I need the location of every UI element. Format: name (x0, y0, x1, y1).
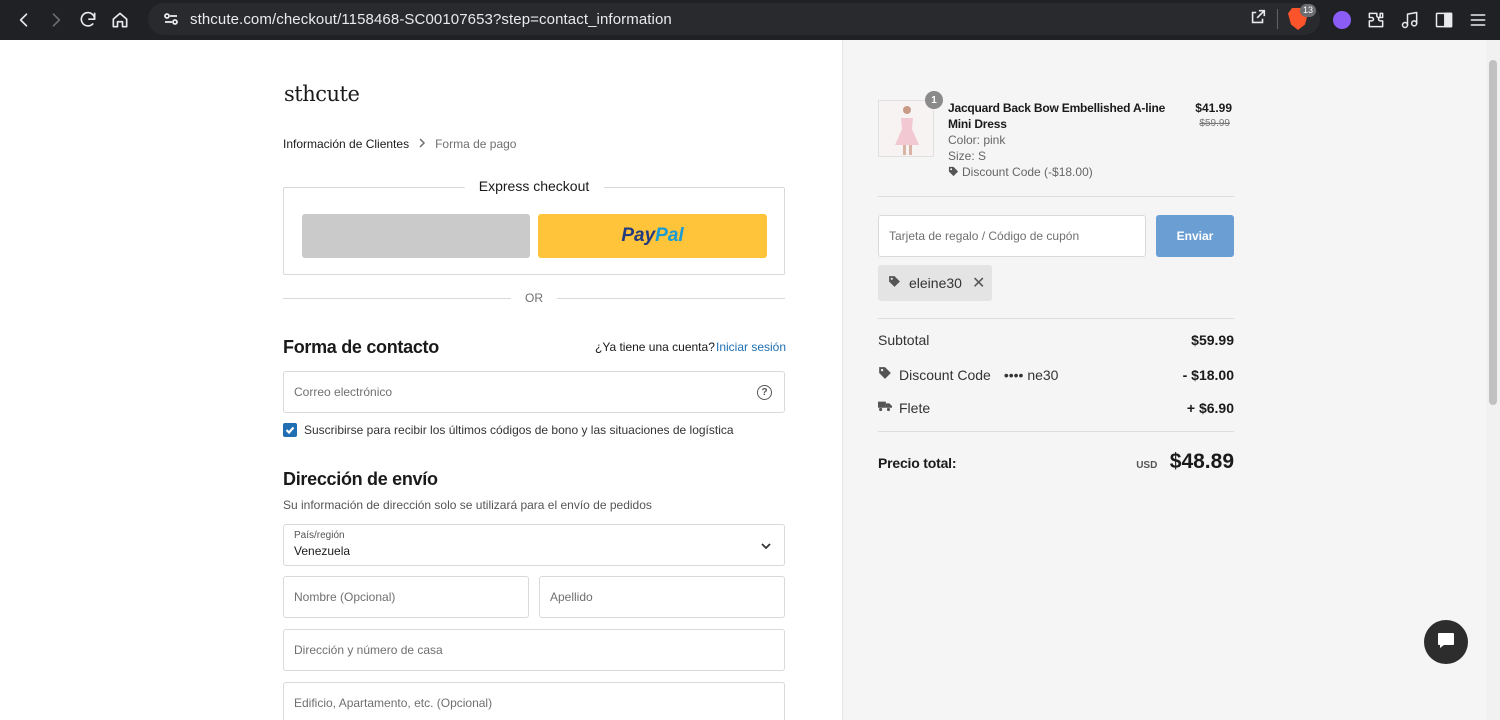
product-discount: Discount Code (-$18.00) (948, 165, 1093, 179)
shipping-note: Su información de dirección solo se util… (283, 498, 652, 512)
media-icon[interactable] (1396, 6, 1424, 34)
browser-toolbar: sthcute.com/checkout/1158468-SC00107653?… (0, 0, 1500, 40)
coupon-input[interactable]: Tarjeta de regalo / Código de cupón (878, 215, 1146, 257)
discount-code-masked: •••• ne30 (1003, 366, 1059, 383)
apply-coupon-button[interactable]: Enviar (1156, 215, 1234, 257)
tag-icon (888, 275, 901, 291)
chat-button[interactable] (1424, 620, 1468, 664)
address2-placeholder: Edificio, Apartamento, etc. (Opcional) (294, 696, 493, 710)
divider (878, 318, 1234, 319)
last-name-field[interactable]: Apellido (539, 576, 785, 618)
brave-shields-icon[interactable]: 13 (1288, 4, 1316, 30)
address-field[interactable]: Dirección y número de casa (283, 629, 785, 671)
subtotal-label: Subtotal (878, 332, 930, 348)
help-icon[interactable]: ? (757, 385, 772, 400)
subscribe-label: Suscribirse para recibir los últimos cód… (304, 423, 734, 437)
site-settings-icon[interactable] (160, 8, 182, 30)
subtotal-value: $59.99 (1191, 332, 1234, 348)
product-image (878, 100, 934, 157)
shipping-row: Flete + $6.90 (878, 399, 1234, 416)
divider (878, 196, 1234, 197)
coupon-placeholder: Tarjeta de regalo / Código de cupón (889, 229, 1080, 243)
applied-coupon-code: eleine30 (909, 275, 962, 291)
country-label: País/región (294, 530, 345, 541)
store-logo[interactable]: sthcute (284, 82, 360, 106)
account-question: ¿Ya tiene una cuenta? (595, 340, 715, 354)
email-placeholder: Correo electrónico (294, 385, 393, 399)
truck-icon (878, 399, 892, 416)
paypal-pay-text: Pay (621, 225, 656, 246)
express-checkout-box: Express checkout Pay Pal (283, 178, 785, 275)
express-checkout-title: Express checkout (464, 178, 604, 194)
quantity-badge: 1 (925, 91, 943, 109)
address2-field[interactable]: Edificio, Apartamento, etc. (Opcional) (283, 682, 785, 720)
total-label: Precio total: (878, 455, 957, 471)
product-name: Jacquard Back Bow Embellished A-line Min… (948, 101, 1166, 131)
shields-count-badge: 13 (1299, 4, 1316, 17)
paypal-pal-text: Pal (655, 225, 684, 246)
breadcrumb-customer-info[interactable]: Información de Clientes (283, 137, 409, 151)
paypal-button[interactable]: Pay Pal (538, 214, 767, 258)
subscribe-option[interactable]: Suscribirse para recibir los últimos cód… (283, 423, 734, 437)
share-icon[interactable] (1249, 8, 1267, 31)
total-value: $48.89 (1169, 450, 1234, 473)
extensions-icon[interactable] (1362, 6, 1390, 34)
contact-heading: Forma de contacto (283, 337, 439, 357)
discount-row: Discount Code •••• ne30 - $18.00 (878, 366, 1234, 383)
back-icon[interactable] (8, 4, 40, 36)
product-price: $41.99 (1195, 101, 1232, 115)
product-color: Color: pink (948, 133, 1006, 147)
applied-coupon-chip: eleine30 ✕ (878, 265, 992, 301)
chevron-right-icon (417, 137, 427, 151)
discount-value: - $18.00 (1182, 366, 1234, 383)
chevron-down-icon (760, 540, 772, 555)
divider (878, 431, 1234, 432)
total-currency: USD (1136, 460, 1158, 471)
shipping-label: Flete (899, 399, 931, 416)
reload-icon[interactable] (72, 4, 104, 36)
divider (1277, 9, 1278, 29)
address-bar[interactable]: sthcute.com/checkout/1158468-SC00107653?… (148, 3, 1320, 35)
menu-icon[interactable] (1464, 6, 1492, 34)
login-link[interactable]: Iniciar sesión (716, 340, 786, 354)
tag-icon (948, 165, 959, 179)
forward-icon[interactable] (40, 4, 72, 36)
subtotal-row: Subtotal $59.99 (878, 332, 1234, 348)
express-pay-button[interactable] (302, 214, 530, 258)
sidebar-icon[interactable] (1430, 6, 1458, 34)
page-scrollbar[interactable] (1486, 40, 1500, 720)
breadcrumb: Información de Clientes Forma de pago (283, 137, 516, 151)
address-placeholder: Dirección y número de casa (294, 643, 443, 657)
discount-label: Discount Code (899, 366, 991, 383)
or-label: OR (525, 291, 543, 305)
subscribe-checkbox[interactable] (283, 423, 297, 437)
home-icon[interactable] (104, 4, 136, 36)
url-text[interactable]: sthcute.com/checkout/1158468-SC00107653?… (190, 11, 672, 28)
first-name-placeholder: Nombre (Opcional) (294, 590, 396, 604)
shipping-heading: Dirección de envío (283, 469, 438, 489)
checkout-page: sthcute Información de Clientes Forma de… (0, 40, 1500, 720)
country-value: Venezuela (294, 544, 351, 558)
tag-icon (878, 366, 892, 383)
remove-coupon-icon[interactable]: ✕ (972, 273, 985, 293)
product-original-price: $59.99 (1199, 118, 1230, 129)
total-row: Precio total: USD $48.89 (878, 450, 1234, 474)
country-select[interactable]: País/región Venezuela (283, 524, 785, 566)
breadcrumb-payment: Forma de pago (435, 137, 517, 151)
chat-icon (1436, 630, 1456, 655)
product-discount-text: Discount Code (-$18.00) (962, 165, 1093, 179)
email-field[interactable]: Correo electrónico ? (283, 371, 785, 413)
wallet-extension-icon[interactable] (1328, 6, 1356, 34)
or-divider: OR (283, 290, 785, 306)
shipping-value: + $6.90 (1186, 399, 1234, 416)
scrollbar-thumb[interactable] (1489, 60, 1497, 405)
product-size: Size: S (948, 149, 987, 163)
first-name-field[interactable]: Nombre (Opcional) (283, 576, 529, 618)
last-name-placeholder: Apellido (550, 590, 593, 604)
